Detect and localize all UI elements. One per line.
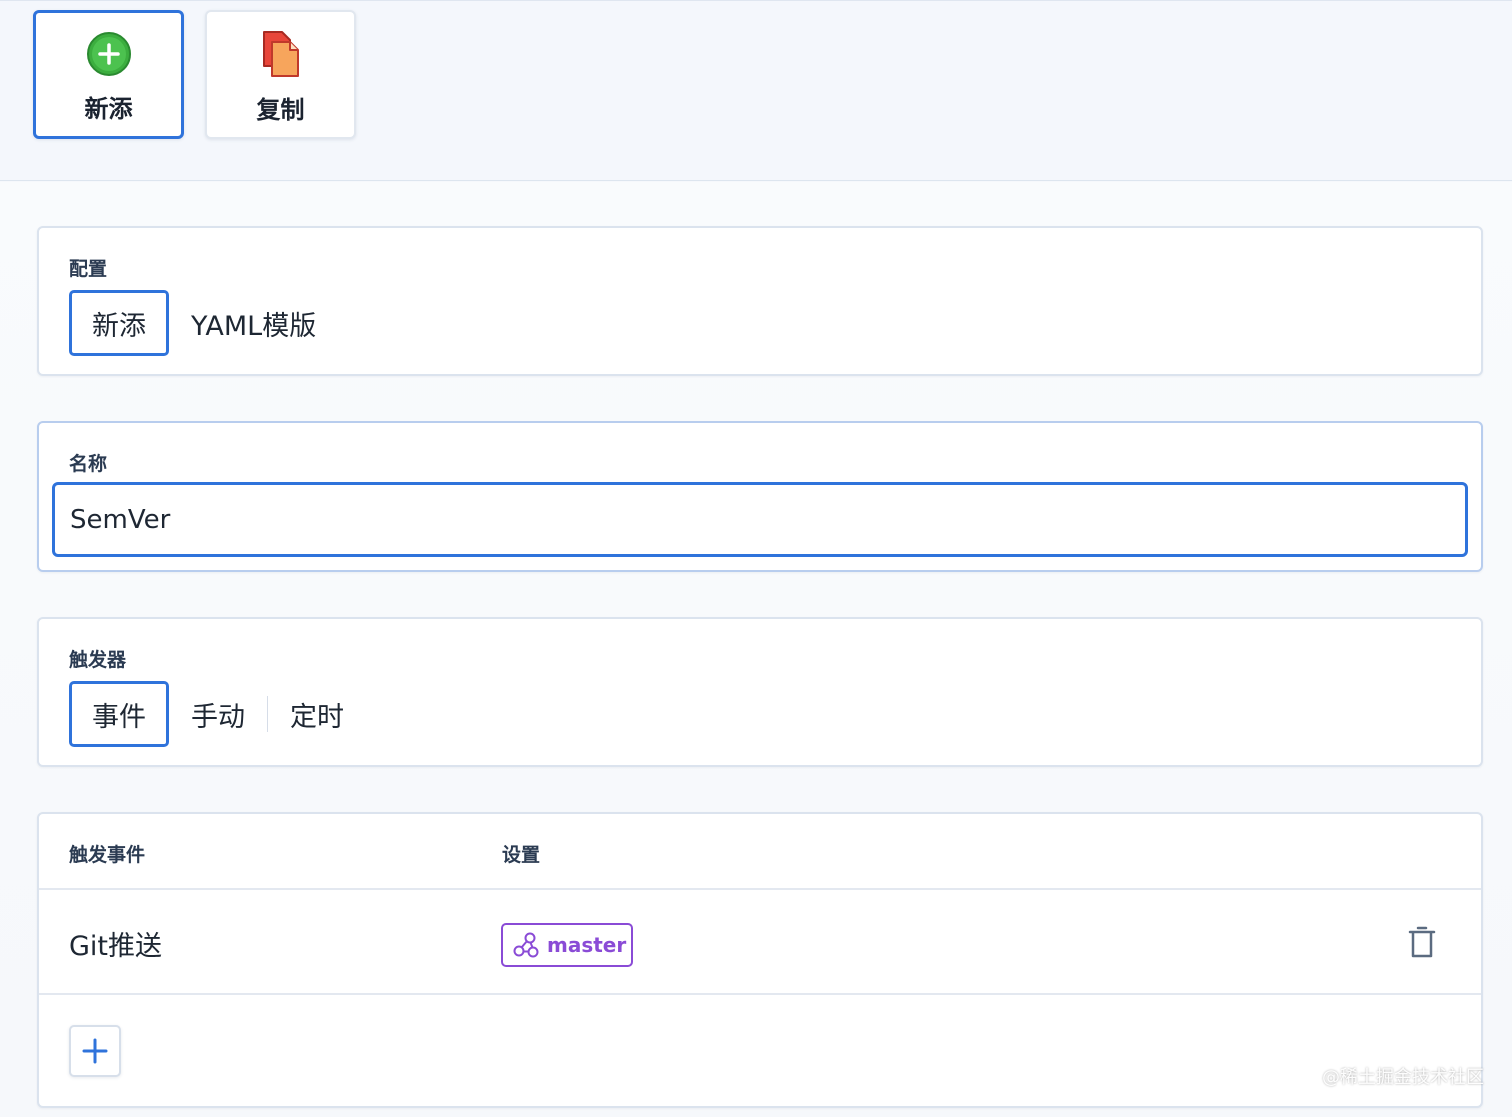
- watermark: @稀土掘金技术社区: [1322, 1067, 1484, 1088]
- table-header: 触发事件 设置: [39, 814, 1481, 890]
- add-event-button[interactable]: [69, 1025, 121, 1077]
- copy-button[interactable]: 复制: [205, 10, 356, 139]
- trash-icon[interactable]: [1407, 924, 1437, 960]
- branch-badge[interactable]: master: [501, 923, 633, 967]
- new-button-label: 新添: [84, 95, 133, 123]
- main-content: 配置 新添 YAML模版 名称 触发器 事件 手动 定时 触发事件 设置 Git…: [0, 182, 1512, 1117]
- trigger-card: 触发器 事件 手动 定时: [37, 617, 1483, 767]
- plus-icon: [82, 1038, 108, 1064]
- trigger-option-event[interactable]: 事件: [69, 681, 169, 747]
- trigger-option-manual[interactable]: 手动: [169, 681, 267, 747]
- config-option-yaml-template[interactable]: YAML模版: [169, 290, 338, 356]
- config-option-new[interactable]: 新添: [69, 290, 169, 356]
- config-label: 配置: [69, 258, 108, 280]
- plus-circle-icon: [85, 30, 133, 78]
- table-row: Git推送 master: [39, 890, 1481, 995]
- column-header-settings: 设置: [502, 844, 541, 866]
- trigger-segmented-control: 事件 手动 定时: [69, 681, 366, 747]
- branch-name: master: [547, 933, 627, 957]
- git-branch-icon: [513, 932, 539, 958]
- new-button[interactable]: 新添: [33, 10, 184, 139]
- event-cell: Git推送: [69, 931, 163, 962]
- name-card: 名称: [37, 421, 1483, 572]
- name-label: 名称: [69, 453, 108, 475]
- trigger-option-scheduled[interactable]: 定时: [268, 681, 366, 747]
- events-table-card: 触发事件 设置 Git推送 master: [37, 812, 1483, 1108]
- copy-button-label: 复制: [256, 96, 305, 124]
- column-header-trigger-event: 触发事件: [69, 844, 146, 866]
- config-segmented-control: 新添 YAML模版: [69, 290, 338, 356]
- config-card: 配置 新添 YAML模版: [37, 226, 1483, 376]
- toolbar: 新添 复制: [0, 0, 1512, 181]
- trigger-label: 触发器: [69, 649, 127, 671]
- copy-documents-icon: [257, 30, 305, 78]
- name-input[interactable]: [52, 482, 1468, 557]
